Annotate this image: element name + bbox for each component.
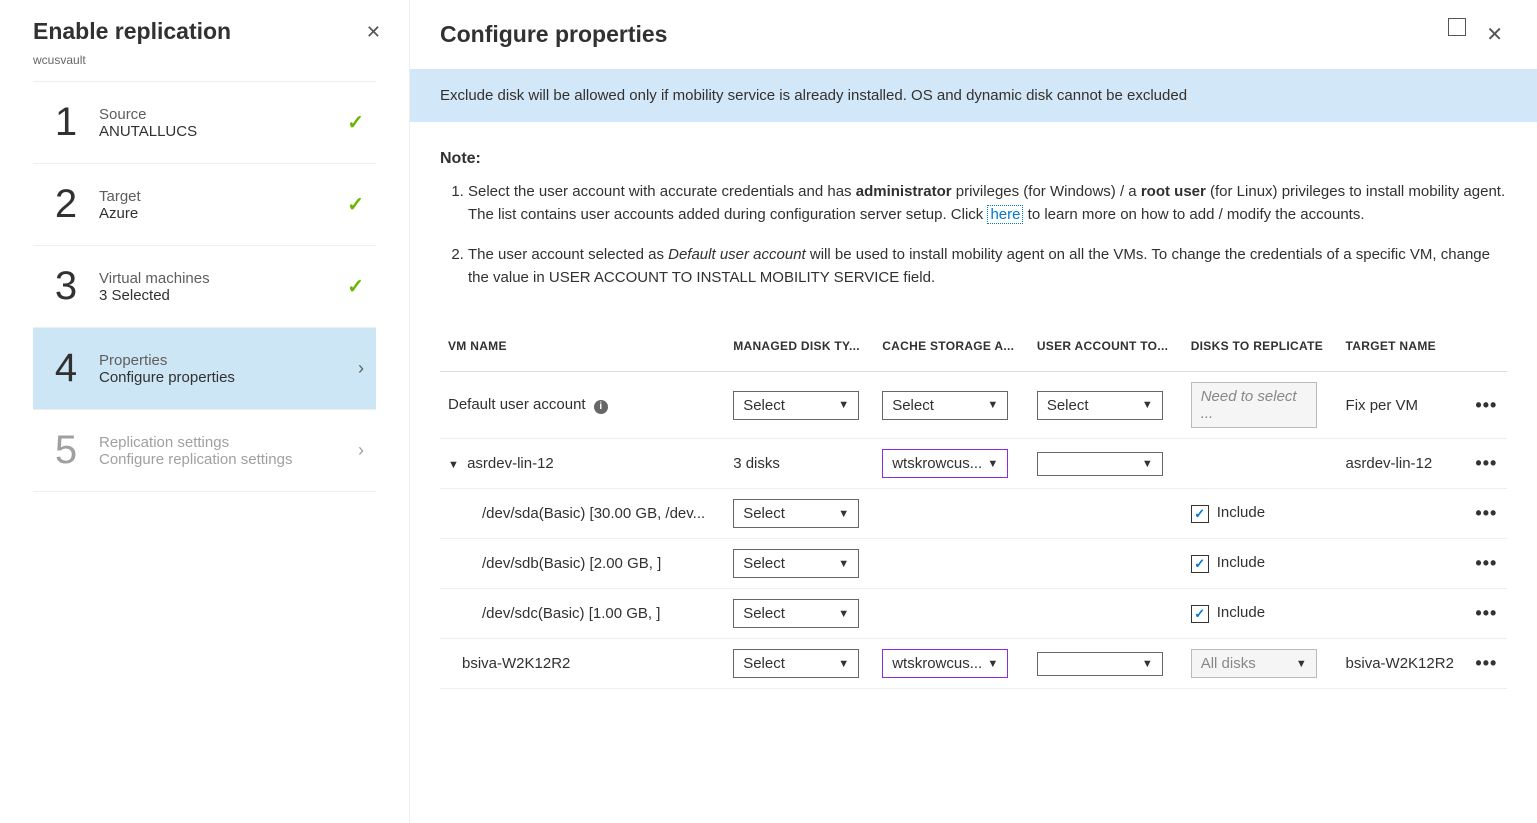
- select-user-account[interactable]: ▼: [1037, 652, 1163, 676]
- note-heading: Note:: [440, 150, 1507, 168]
- row-default-account: Default user account i Select▼ Select▼ S…: [440, 372, 1507, 439]
- maximize-icon[interactable]: [1448, 18, 1466, 36]
- note-item-2: The user account selected as Default use…: [468, 243, 1507, 290]
- select-managed-disk[interactable]: Select▼: [733, 649, 859, 678]
- learn-more-link[interactable]: here: [987, 205, 1023, 224]
- more-actions-icon[interactable]: •••: [1475, 453, 1497, 473]
- more-actions-icon[interactable]: •••: [1475, 395, 1497, 415]
- step-5-replication-settings: 5 Replication settings Configure replica…: [33, 410, 376, 492]
- chevron-down-icon: ▼: [1296, 658, 1307, 670]
- row-vm-bsiva-w2k12r2: bsiva-W2K12R2 Select▼ wtskrowcus...▼ ▼ A…: [440, 639, 1507, 689]
- chevron-down-icon: ▼: [838, 508, 849, 520]
- note-item-1: Select the user account with accurate cr…: [468, 180, 1507, 227]
- info-icon[interactable]: i: [594, 400, 608, 414]
- select-disks-replicate[interactable]: All disks▼: [1191, 649, 1317, 678]
- chevron-down-icon: ▼: [987, 399, 998, 411]
- col-cache-storage: CACHE STORAGE A...: [874, 321, 1029, 372]
- col-user-account: USER ACCOUNT TO...: [1029, 321, 1183, 372]
- chevron-down-icon: ▼: [838, 558, 849, 570]
- main-panel: Configure properties ✕ Exclude disk will…: [410, 0, 1537, 823]
- more-actions-icon[interactable]: •••: [1475, 653, 1497, 673]
- chevron-right-icon: ›: [358, 358, 364, 379]
- chevron-down-icon: ▼: [987, 458, 998, 470]
- page-title: Configure properties: [440, 21, 667, 48]
- select-cache-storage[interactable]: wtskrowcus...▼: [882, 449, 1008, 478]
- include-checkbox[interactable]: ✓: [1191, 505, 1209, 523]
- col-target-name: TARGET NAME: [1338, 321, 1468, 372]
- vm-properties-table: VM NAME MANAGED DISK TY... CACHE STORAGE…: [440, 321, 1507, 689]
- select-user-account[interactable]: Select▼: [1037, 391, 1163, 420]
- step-3-virtual-machines[interactable]: 3 Virtual machines 3 Selected ✓: [33, 246, 376, 328]
- step-4-properties[interactable]: 4 Properties Configure properties ›: [33, 328, 376, 410]
- info-banner: Exclude disk will be allowed only if mob…: [410, 69, 1537, 122]
- check-icon: ✓: [347, 110, 364, 135]
- col-disks-replicate: DISKS TO REPLICATE: [1183, 321, 1338, 372]
- chevron-down-icon: ▼: [838, 608, 849, 620]
- sidebar-title: Enable replication: [33, 18, 231, 45]
- chevron-right-icon: ›: [358, 440, 364, 461]
- check-icon: ✓: [347, 274, 364, 299]
- include-checkbox[interactable]: ✓: [1191, 605, 1209, 623]
- more-actions-icon[interactable]: •••: [1475, 553, 1497, 573]
- chevron-down-icon: ▼: [1142, 399, 1153, 411]
- more-actions-icon[interactable]: •••: [1475, 503, 1497, 523]
- include-checkbox[interactable]: ✓: [1191, 555, 1209, 573]
- select-managed-disk[interactable]: Select▼: [733, 391, 859, 420]
- select-managed-disk[interactable]: Select▼: [733, 549, 859, 578]
- chevron-down-icon: ▼: [1142, 658, 1153, 670]
- col-vm-name: VM NAME: [440, 321, 725, 372]
- step-2-target[interactable]: 2 Target Azure ✓: [33, 164, 376, 246]
- row-disk-sdb: /dev/sdb(Basic) [2.00 GB, ] Select▼ ✓Inc…: [440, 539, 1507, 589]
- select-cache-storage[interactable]: Select▼: [882, 391, 1008, 420]
- col-managed-disk: MANAGED DISK TY...: [725, 321, 874, 372]
- select-managed-disk[interactable]: Select▼: [733, 499, 859, 528]
- row-disk-sdc: /dev/sdc(Basic) [1.00 GB, ] Select▼ ✓Inc…: [440, 589, 1507, 639]
- row-disk-sda: /dev/sda(Basic) [30.00 GB, /dev... Selec…: [440, 489, 1507, 539]
- expand-toggle-icon[interactable]: ▼: [448, 459, 459, 471]
- sidebar: Enable replication ✕ wcusvault 1 Source …: [0, 0, 410, 823]
- select-cache-storage[interactable]: wtskrowcus...▼: [882, 649, 1008, 678]
- sidebar-subtitle: wcusvault: [0, 53, 409, 81]
- check-icon: ✓: [347, 192, 364, 217]
- close-icon[interactable]: ✕: [362, 18, 385, 47]
- select-user-account[interactable]: ▼: [1037, 452, 1163, 476]
- chevron-down-icon: ▼: [1142, 458, 1153, 470]
- row-vm-asrdev-lin-12: ▼ asrdev-lin-12 3 disks wtskrowcus...▼ ▼…: [440, 439, 1507, 489]
- more-actions-icon[interactable]: •••: [1475, 603, 1497, 623]
- chevron-down-icon: ▼: [838, 658, 849, 670]
- select-disks-replicate: Need to select ...: [1191, 382, 1317, 428]
- chevron-down-icon: ▼: [987, 658, 998, 670]
- chevron-down-icon: ▼: [838, 399, 849, 411]
- step-1-source[interactable]: 1 Source ANUTALLUCS ✓: [33, 81, 376, 164]
- select-managed-disk[interactable]: Select▼: [733, 599, 859, 628]
- close-icon[interactable]: ✕: [1482, 18, 1507, 51]
